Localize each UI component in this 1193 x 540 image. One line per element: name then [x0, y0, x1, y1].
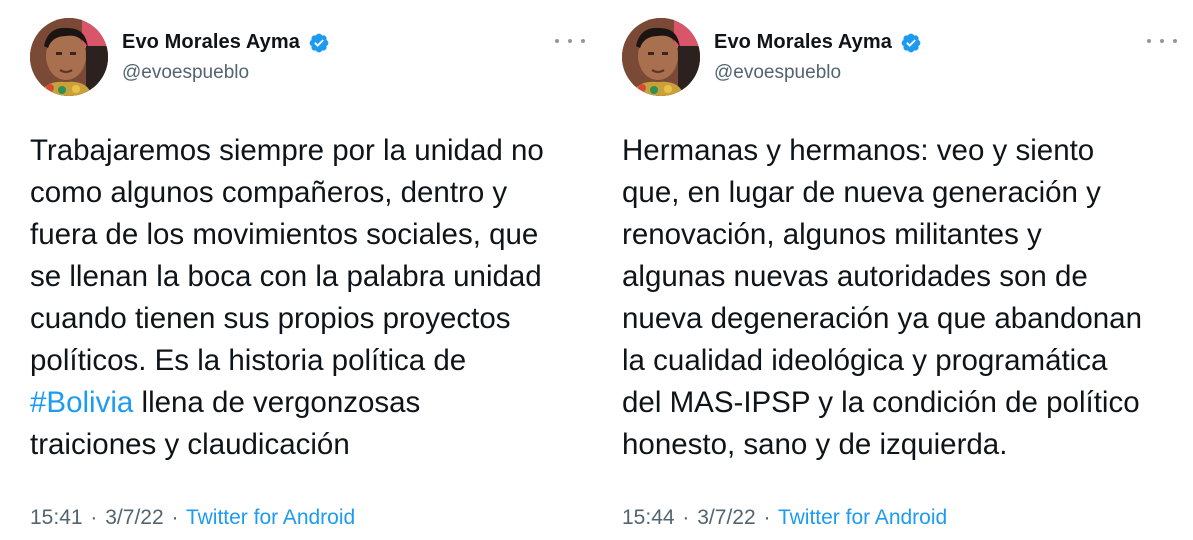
author-row: Evo Morales Ayma: [714, 31, 922, 54]
author-name[interactable]: Evo Morales Ayma: [122, 31, 300, 54]
more-options-icon[interactable]: [1147, 32, 1177, 50]
tweet-time[interactable]: 15:44: [622, 506, 675, 529]
meta-separator: ·: [682, 506, 690, 529]
author-name[interactable]: Evo Morales Ayma: [714, 31, 892, 54]
tweet-card: Evo Morales Ayma @evoespueblo Hermanas y…: [592, 0, 1177, 540]
verified-badge-icon: [308, 32, 330, 54]
author-row: Evo Morales Ayma: [122, 31, 330, 54]
meta-separator: ·: [171, 506, 179, 529]
tweet-source-link[interactable]: Twitter for Android: [778, 506, 947, 529]
author-handle[interactable]: @evoespueblo: [122, 62, 249, 84]
tweet-meta: 15:44 · 3/7/22 · Twitter for Android: [622, 506, 947, 530]
tweet-source-link[interactable]: Twitter for Android: [186, 506, 355, 529]
meta-separator: ·: [763, 506, 771, 529]
tweet-text: Hermanas y hermanos: veo y siento que, e…: [622, 134, 1142, 461]
hashtag-link[interactable]: #Bolivia: [30, 386, 133, 419]
tweet-screenshots: Evo Morales Ayma @evoespueblo Trabajarem…: [0, 0, 1193, 540]
tweet-date[interactable]: 3/7/22: [697, 506, 755, 529]
avatar-image: [622, 18, 700, 96]
tweet-meta: 15:41 · 3/7/22 · Twitter for Android: [30, 506, 355, 530]
avatar[interactable]: [30, 18, 108, 96]
verified-badge-icon: [900, 32, 922, 54]
more-options-icon[interactable]: [555, 32, 585, 50]
tweet-date[interactable]: 3/7/22: [105, 506, 163, 529]
tweet-card: Evo Morales Ayma @evoespueblo Trabajarem…: [0, 0, 585, 540]
avatar-image: [30, 18, 108, 96]
tweet-text: Trabajaremos siempre por la unidad no co…: [30, 130, 590, 466]
tweet-text-part: Trabajaremos siempre por la unidad no co…: [30, 134, 544, 377]
meta-separator: ·: [90, 506, 98, 529]
avatar[interactable]: [622, 18, 700, 96]
author-handle[interactable]: @evoespueblo: [714, 62, 841, 84]
tweet-time[interactable]: 15:41: [30, 506, 83, 529]
